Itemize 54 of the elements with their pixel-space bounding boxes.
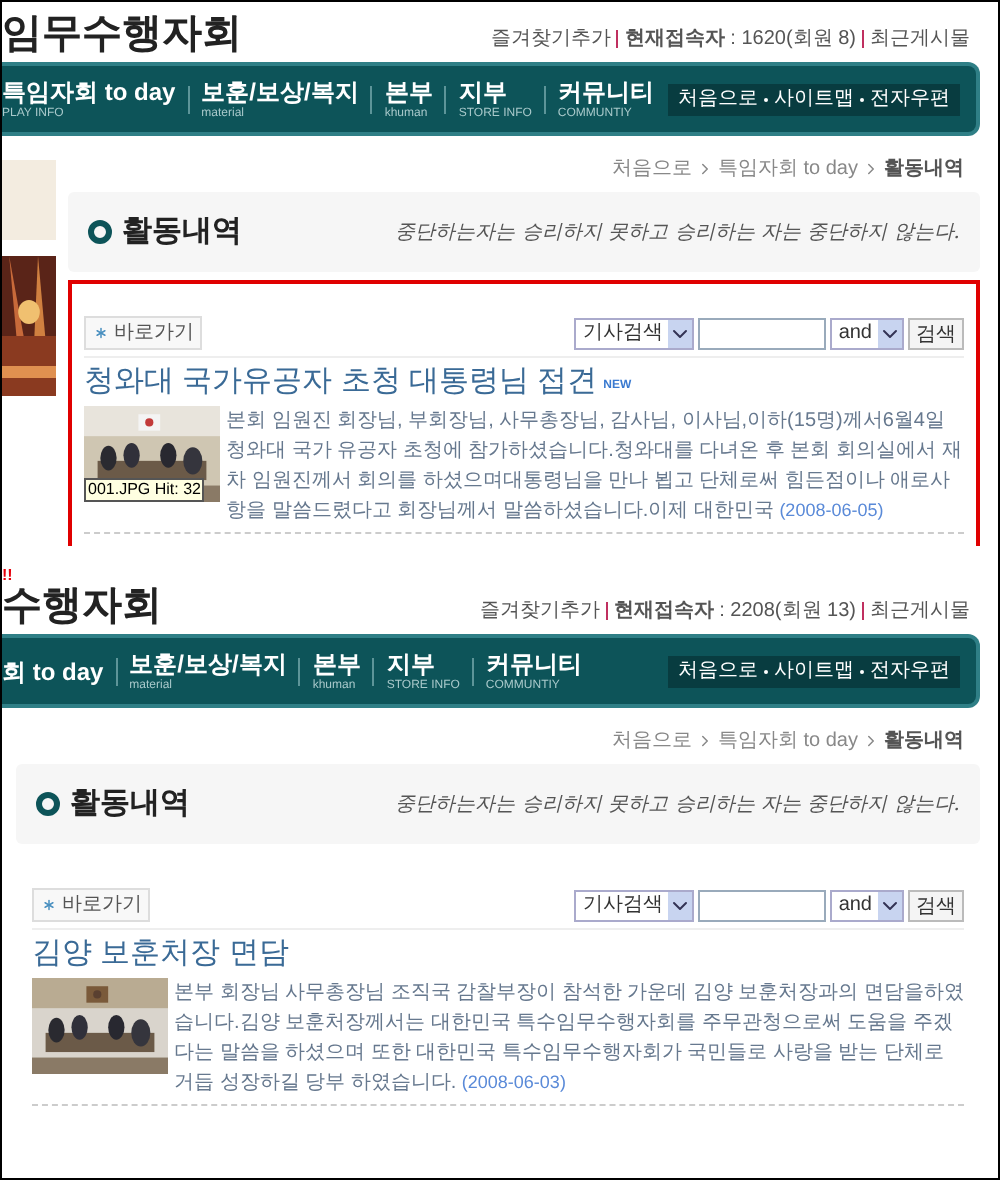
- chevron-down-icon: [878, 891, 902, 919]
- quick-link[interactable]: 전자우편: [870, 661, 950, 681]
- article-date: (2008-06-03): [461, 1071, 566, 1092]
- quick-link[interactable]: 전자우편: [870, 89, 950, 109]
- header-link[interactable]: 즐겨찾기추가: [490, 24, 611, 54]
- article-summary: 본부 회장님 사무총장님 조직국 감찰부장이 참석한 가운데 김양 보훈처장과의 면담을하였습니다.김양 보훈처장께서는 대한민국 특수임무수행자회를 주무관청으로써 도움을 주겠다는 말씀을 하셨으며 또한 대한민국 특수임무수행자회가 국민들로 사랑을 받는 단체로 거듭 성장하길 당부 하였습니다. (2008-06-03): [174, 979, 964, 1098]
- search-type-select[interactable]: 기사검색: [574, 889, 695, 921]
- ring-icon: [36, 792, 60, 816]
- alert-mark: !!: [2, 566, 15, 586]
- search-field[interactable]: [698, 317, 827, 349]
- shortcut-button[interactable]: 바로가기: [32, 888, 150, 922]
- chevron-down-icon: [668, 891, 693, 919]
- shortcut-button[interactable]: 바로가기: [84, 316, 202, 350]
- breadcrumb-link[interactable]: 활동내역: [884, 725, 964, 755]
- quick-link[interactable]: 사이트맵: [774, 89, 854, 109]
- motto: 중단하는자는 승리하지 못하고 승리하는 자는 중단하지 않는다.: [395, 791, 960, 819]
- search-field[interactable]: [698, 889, 827, 921]
- header-link[interactable]: 현재접속자 : 2208(회원 13): [613, 596, 856, 626]
- search-type-select[interactable]: 기사검색: [574, 317, 695, 349]
- ring-icon: [88, 220, 112, 244]
- header-link[interactable]: 최근게시물: [870, 24, 970, 54]
- quick-link[interactable]: 처음으로: [678, 661, 758, 681]
- chevron-right-icon: [862, 159, 880, 177]
- sidebar-panel: [2, 160, 56, 240]
- image-tooltip: 001.JPG Hit: 32: [84, 477, 205, 502]
- breadcrumb-link[interactable]: 처음으로: [611, 725, 692, 755]
- asterisk-icon: [92, 324, 110, 342]
- site-logo[interactable]: 수행자회: [2, 586, 162, 626]
- nav-item[interactable]: 회 to day: [2, 659, 104, 683]
- quick-link[interactable]: 처음으로: [678, 89, 758, 109]
- search-button[interactable]: 검색: [908, 889, 964, 921]
- header-link[interactable]: 즐겨찾기추가: [479, 596, 600, 626]
- motto: 중단하는자는 승리하지 못하고 승리하는 자는 중단하지 않는다.: [395, 219, 960, 247]
- chevron-right-icon: [862, 731, 880, 749]
- site-logo[interactable]: 임무수행자회: [2, 14, 242, 54]
- article-title[interactable]: 김양 보훈처장 면담: [32, 936, 289, 974]
- section-title: 활동내역: [70, 783, 190, 824]
- search-button[interactable]: 검색: [908, 317, 964, 349]
- breadcrumb-link[interactable]: 활동내역: [884, 153, 964, 183]
- breadcrumb-link[interactable]: 처음으로: [611, 153, 692, 183]
- section-title: 활동내역: [122, 211, 242, 252]
- asterisk-icon: [40, 896, 58, 914]
- chevron-down-icon: [668, 319, 693, 347]
- operator-select[interactable]: and: [830, 889, 904, 921]
- article-summary: 본회 임원진 회장님, 부회장님, 사무총장님, 감사님, 이사님,이하(15명)께서6월4일 청와대 국가 유공자 초청에 참가하셨습니다.청와대를 다녀온 후 본회 회의실에서 재차 임원진께서 회의를 하셨으며대통령님을 만나 뵙고 단체로써 힘든점이나 애로사항을 말씀드렸다고 회장님께서 말씀하셨습니다.이제 대한민국 (2008-06-05): [226, 407, 964, 526]
- breadcrumb-link[interactable]: 특임자회 to day: [717, 153, 858, 183]
- article-date: (2008-06-05): [779, 499, 884, 520]
- operator-select[interactable]: and: [830, 317, 904, 349]
- breadcrumb-link[interactable]: 특임자회 to day: [717, 725, 858, 755]
- header-link[interactable]: 최근게시물: [870, 596, 970, 626]
- article-title[interactable]: 청와대 국가유공자 초청 대통령님 접견: [84, 364, 598, 402]
- header-link[interactable]: 현재접속자 : 1620(회원 8): [624, 24, 856, 54]
- chevron-down-icon: [878, 319, 902, 347]
- quick-link[interactable]: 사이트맵: [774, 661, 854, 681]
